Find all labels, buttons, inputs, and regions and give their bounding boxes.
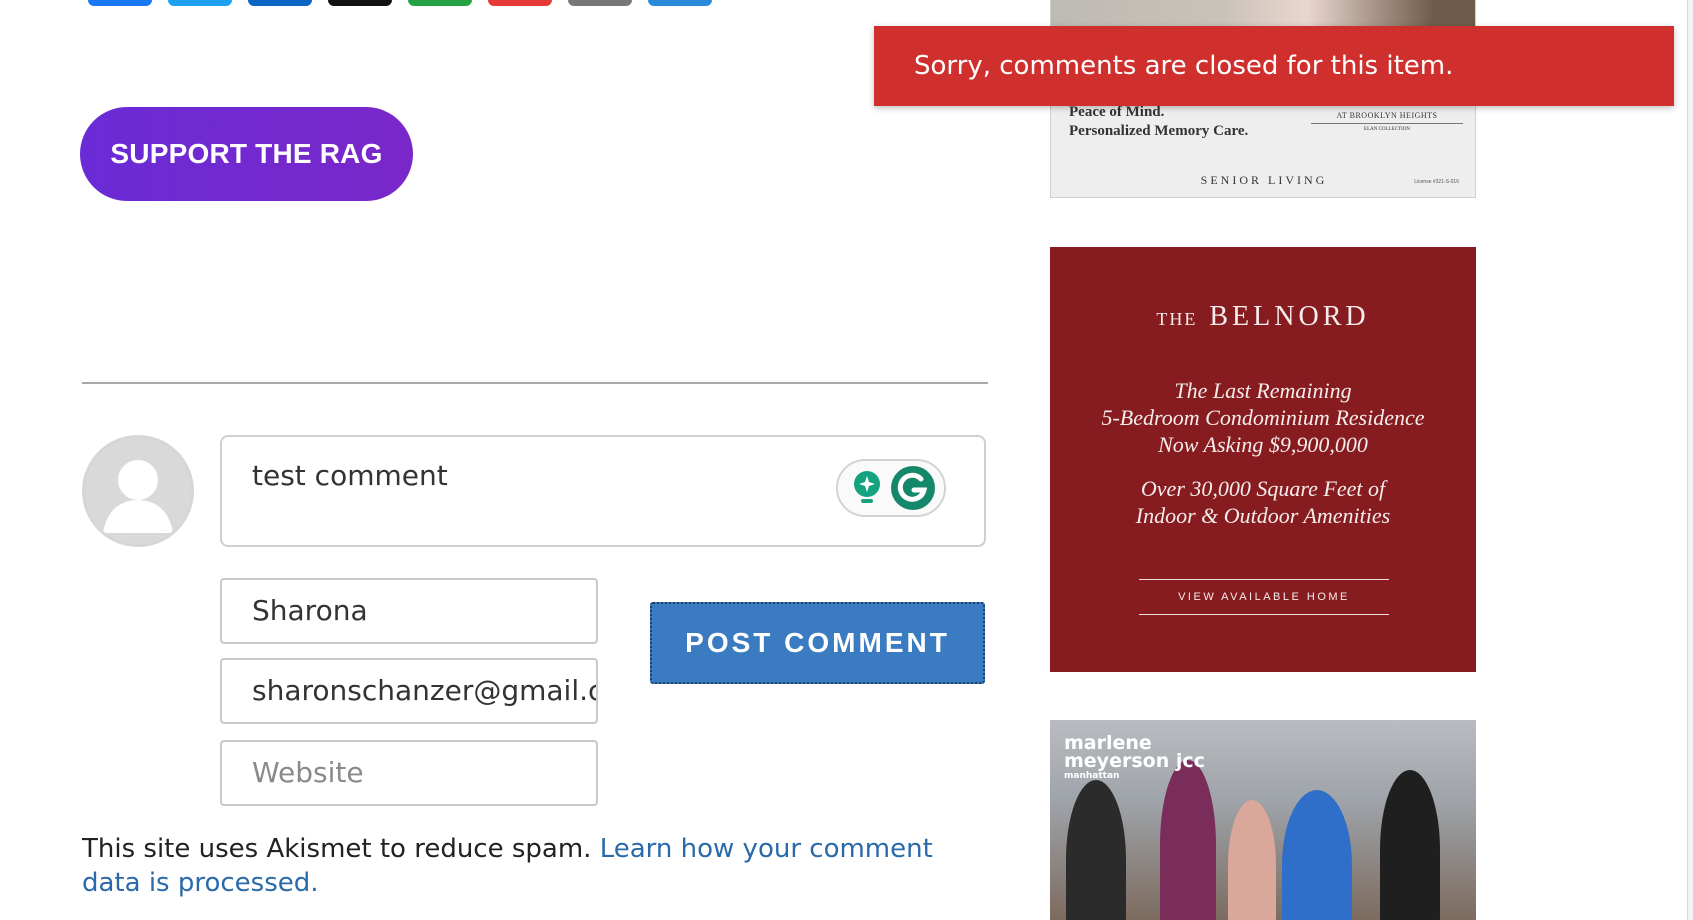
- share-facebook-button[interactable]: [88, 0, 152, 6]
- ad-belnord-copy2: Over 30,000 Square Feet of Indoor & Outd…: [1050, 475, 1476, 529]
- ad-belnord-line: The Last Remaining: [1174, 378, 1352, 403]
- ad-belnord-line: 5-Bedroom Condominium Residence: [1101, 405, 1425, 430]
- post-comment-button[interactable]: POST COMMENT: [650, 602, 985, 684]
- grammarly-icon: [891, 466, 935, 510]
- share-email-button[interactable]: [568, 0, 632, 6]
- ad-watermark-collection: ELAN COLLECTION: [1364, 127, 1410, 132]
- support-the-rag-button[interactable]: SUPPORT THE RAG: [80, 107, 413, 201]
- share-email-red-button[interactable]: [488, 0, 552, 6]
- ad-belnord-line: Over 30,000 Square Feet of: [1140, 476, 1386, 501]
- ad-belnord-copy1: The Last Remaining 5-Bedroom Condominium…: [1050, 377, 1476, 458]
- comment-textarea[interactable]: test comment: [220, 435, 986, 547]
- akismet-notice: This site uses Akismet to reduce spam. L…: [82, 832, 982, 900]
- ad-jcc-logo-line2: meyerson jcc: [1064, 750, 1205, 772]
- ad-belnord[interactable]: THE BELNORD The Last Remaining 5-Bedroom …: [1050, 247, 1476, 672]
- name-field[interactable]: Sharona: [220, 578, 598, 644]
- grammarly-widget[interactable]: [836, 459, 946, 517]
- ad-jcc-logo: marlene meyerson jcc manhattan: [1064, 734, 1205, 782]
- ad-photo: [1051, 0, 1475, 27]
- ad-watermark-footer: SENIOR LIVING: [1200, 173, 1328, 187]
- ad-belnord-cta[interactable]: VIEW AVAILABLE HOME: [1139, 579, 1389, 615]
- user-icon: [85, 438, 191, 544]
- email-field[interactable]: sharonschanzer@gmail.cor: [220, 658, 598, 724]
- toast-message: Sorry, comments are closed for this item…: [914, 51, 1454, 81]
- ad-belnord-title: THE BELNORD: [1050, 301, 1476, 333]
- share-buttons: [88, 0, 712, 6]
- share-telegram-button[interactable]: [648, 0, 712, 6]
- ad-watermark-line2: Personalized Memory Care.: [1069, 123, 1249, 139]
- ad-watermark-tagline: Peace of Mind. Personalized Memory Care.: [1069, 103, 1248, 141]
- website-field[interactable]: Website: [220, 740, 598, 806]
- ad-watermark-brand-sub: AT BROOKLYN HEIGHTS: [1311, 111, 1463, 124]
- error-toast: Sorry, comments are closed for this item…: [874, 26, 1674, 106]
- scrollbar[interactable]: [1687, 0, 1693, 920]
- share-linkedin-button[interactable]: [248, 0, 312, 6]
- lightbulb-sparkle-icon: [854, 471, 880, 503]
- share-x-button[interactable]: [328, 0, 392, 6]
- ad-belnord-the: THE: [1156, 309, 1198, 329]
- share-whatsapp-button[interactable]: [408, 0, 472, 6]
- section-divider: [82, 382, 988, 384]
- ad-belnord-name: BELNORD: [1209, 301, 1370, 332]
- share-twitter-button[interactable]: [168, 0, 232, 6]
- comment-text: test comment: [252, 459, 448, 492]
- ad-watermark-license: License #321-S-016: [1414, 179, 1459, 185]
- ad-belnord-line: Indoor & Outdoor Amenities: [1135, 503, 1391, 528]
- ad-belnord-line: Now Asking $9,900,000: [1158, 432, 1368, 457]
- ad-jcc[interactable]: marlene meyerson jcc manhattan: [1050, 720, 1476, 920]
- avatar: [82, 435, 194, 547]
- akismet-text: This site uses Akismet to reduce spam.: [82, 834, 592, 864]
